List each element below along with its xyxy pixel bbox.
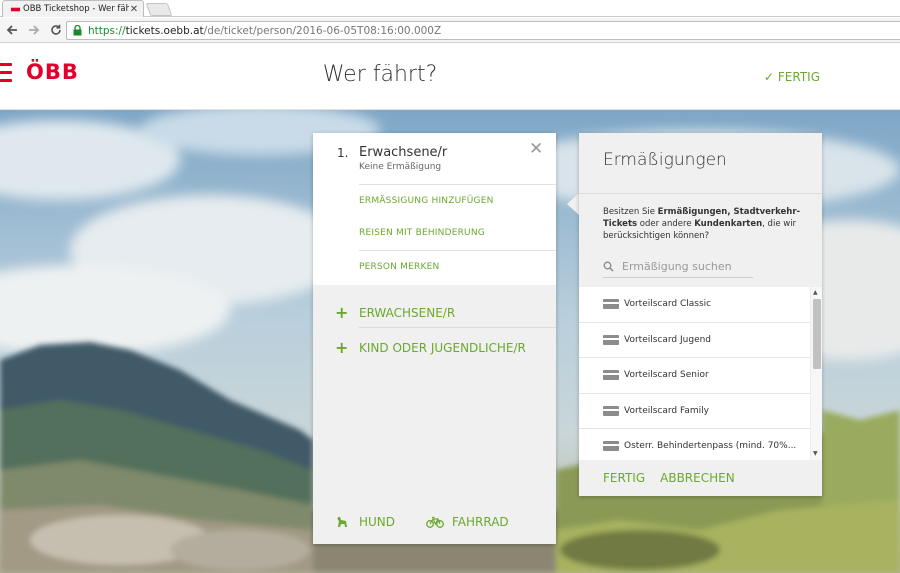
discounts-done-button[interactable]: FERTIG bbox=[603, 471, 645, 485]
arrow-right-icon bbox=[29, 25, 40, 35]
card-icon bbox=[603, 334, 619, 345]
traveller-type: Erwachsene/r bbox=[359, 145, 448, 160]
scroll-up-arrow-icon[interactable]: ▲ bbox=[813, 289, 818, 296]
discounts-panel: Ermäßigungen Besitzen Sie Ermäßigungen, … bbox=[579, 133, 822, 496]
discounts-title: Ermäßigungen bbox=[603, 150, 727, 170]
add-dog-button[interactable]: HUND bbox=[335, 515, 395, 529]
discount-option-label: Vorteilscard Family bbox=[624, 405, 709, 416]
discount-list-scrollbar[interactable]: ▲ ▼ bbox=[810, 287, 822, 460]
close-tab-icon[interactable]: ✕ bbox=[129, 4, 139, 15]
add-child-label: KIND ODER JUGENDLICHE/R bbox=[359, 340, 526, 355]
discount-option-vorteilscard-jugend[interactable]: Vorteilscard Jugend bbox=[579, 323, 810, 358]
oebb-favicon-icon bbox=[11, 7, 20, 11]
scroll-down-arrow-icon[interactable]: ▼ bbox=[813, 450, 818, 457]
discounts-header: Ermäßigungen bbox=[579, 133, 822, 194]
dog-label: HUND bbox=[359, 515, 396, 529]
browser-toolbar: https://tickets.oebb.at/de/ticket/person… bbox=[0, 18, 900, 43]
discount-list: Vorteilscard Classic Vorteilscard Jugend… bbox=[579, 287, 810, 460]
card-icon bbox=[603, 405, 619, 416]
forward-button[interactable] bbox=[24, 20, 44, 40]
header-done-button[interactable]: ✓ FERTIG bbox=[764, 70, 820, 84]
discount-option-vorteilscard-family[interactable]: Vorteilscard Family bbox=[579, 394, 810, 429]
discounts-cancel-button[interactable]: ABBRECHEN bbox=[660, 471, 735, 485]
reload-icon bbox=[51, 24, 61, 35]
save-person-link[interactable]: PERSON MERKEN bbox=[359, 262, 439, 272]
discount-search bbox=[603, 256, 753, 278]
traveller-panel: 1. Erwachsene/r Keine Ermäßigung ✕ ERMÄS… bbox=[313, 133, 556, 544]
browser-tab-title: ÖBB Ticketshop - Wer fähr bbox=[23, 4, 129, 14]
plus-icon: + bbox=[335, 338, 349, 357]
lock-icon bbox=[73, 25, 82, 36]
browser-tab-strip: ÖBB Ticketshop - Wer fähr ✕ bbox=[0, 0, 900, 17]
browser-tab[interactable]: ÖBB Ticketshop - Wer fähr ✕ bbox=[2, 0, 144, 17]
address-bar[interactable]: https://tickets.oebb.at/de/ticket/person… bbox=[66, 21, 900, 40]
card-icon bbox=[603, 441, 619, 452]
discount-option-label: Vorteilscard Classic bbox=[624, 299, 712, 310]
remove-traveller-close-icon[interactable]: ✕ bbox=[529, 139, 543, 159]
check-icon: ✓ bbox=[763, 70, 774, 84]
add-adult-label: ERWACHSENE/R bbox=[359, 305, 456, 320]
add-bike-button[interactable]: FAHRRAD bbox=[426, 515, 509, 529]
back-button[interactable] bbox=[2, 20, 22, 40]
site-header: ÖBB Wer fährt? ✓ FERTIG bbox=[0, 44, 900, 110]
traveller-index: 1. bbox=[337, 146, 349, 160]
dog-icon bbox=[337, 517, 347, 527]
divider bbox=[359, 327, 556, 328]
traveller-discount-status: Keine Ermäßigung bbox=[359, 162, 442, 172]
discount-option-label: Vorteilscard Senior bbox=[624, 370, 709, 381]
reload-button[interactable] bbox=[46, 20, 66, 40]
bike-label: FAHRRAD bbox=[452, 515, 509, 529]
card-icon bbox=[603, 299, 619, 310]
divider bbox=[359, 184, 556, 185]
traveller-card: 1. Erwachsene/r Keine Ermäßigung ✕ ERMÄS… bbox=[313, 133, 556, 285]
divider bbox=[359, 250, 556, 251]
card-icon bbox=[603, 370, 619, 381]
discount-option-vorteilscard-senior[interactable]: Vorteilscard Senior bbox=[579, 358, 810, 394]
header-done-label: FERTIG bbox=[777, 70, 820, 84]
discount-option-label: Vorteilscard Jugend bbox=[624, 334, 712, 345]
add-child-button[interactable]: + KIND ODER JUGENDLICHE/R bbox=[335, 338, 526, 357]
add-adult-button[interactable]: + ERWACHSENE/R bbox=[335, 303, 455, 322]
plus-icon: + bbox=[335, 303, 349, 322]
bicycle-icon bbox=[426, 516, 444, 528]
scrollbar-thumb[interactable] bbox=[813, 299, 821, 369]
search-icon bbox=[603, 261, 614, 272]
discount-search-input[interactable] bbox=[622, 260, 750, 273]
new-tab-button[interactable] bbox=[145, 3, 173, 16]
discount-option-label: Österr. Behindertenpass (mind. 70%... bbox=[624, 441, 797, 452]
popover-pointer bbox=[567, 193, 579, 215]
url-text: https://tickets.oebb.at/de/ticket/person… bbox=[88, 24, 442, 37]
discounts-footer: FERTIG ABBRECHEN bbox=[579, 460, 822, 496]
discount-option-vorteilscard-classic[interactable]: Vorteilscard Classic bbox=[579, 287, 810, 323]
discounts-description: Besitzen Sie Ermäßigungen, Stadtverkehr-… bbox=[603, 207, 801, 241]
disability-travel-link[interactable]: REISEN MIT BEHINDERUNG bbox=[359, 228, 485, 238]
page-title: Wer fährt? bbox=[322, 62, 438, 87]
arrow-left-icon bbox=[6, 25, 17, 35]
discounts-intro: Besitzen Sie Ermäßigungen, Stadtverkehr-… bbox=[579, 194, 822, 287]
add-discount-link[interactable]: ERMÄSSIGUNG HINZUFÜGEN bbox=[359, 196, 494, 206]
discount-option-behindertenpass[interactable]: Österr. Behindertenpass (mind. 70%... bbox=[579, 429, 810, 460]
